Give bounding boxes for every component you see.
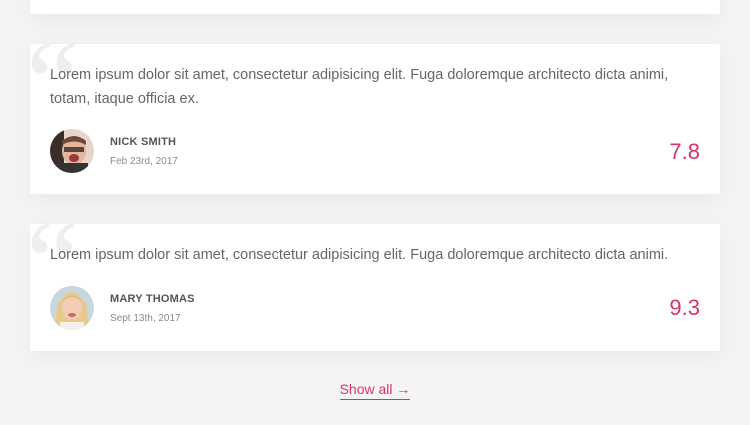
review-card: “ Lorem ipsum dolor sit amet, consectetu… xyxy=(26,202,720,351)
review-text: Lorem ipsum dolor sit amet, consectetur … xyxy=(50,67,669,107)
author-name: MARY THOMAS xyxy=(110,292,195,305)
author-info: MARY THOMAS Sept 13th, 2017 xyxy=(110,292,195,325)
review-author: MARY THOMAS Sept 13th, 2017 xyxy=(50,286,195,330)
show-all-link[interactable]: Show all → xyxy=(339,381,411,400)
avatar xyxy=(50,129,94,173)
arrow-right-icon: → xyxy=(396,381,411,397)
show-all-label: Show all xyxy=(339,381,393,397)
avatar xyxy=(50,286,94,330)
review-card: “ Lorem ipsum dolor sit amet, consectetu… xyxy=(26,22,720,194)
author-info: NICK SMITH Feb 23rd, 2017 xyxy=(110,135,178,168)
review-date: Feb 23rd, 2017 xyxy=(110,155,178,167)
review-date: Sept 13th, 2017 xyxy=(110,312,181,324)
review-text: Lorem ipsum dolor sit amet, consectetur … xyxy=(50,247,669,263)
show-all-container: Show all → xyxy=(0,381,750,400)
previous-review-card xyxy=(30,0,720,14)
author-name: NICK SMITH xyxy=(110,135,177,148)
review-author: NICK SMITH Feb 23rd, 2017 xyxy=(50,129,178,173)
review-score: 7.8 xyxy=(669,139,700,164)
review-score: 9.3 xyxy=(669,295,700,320)
